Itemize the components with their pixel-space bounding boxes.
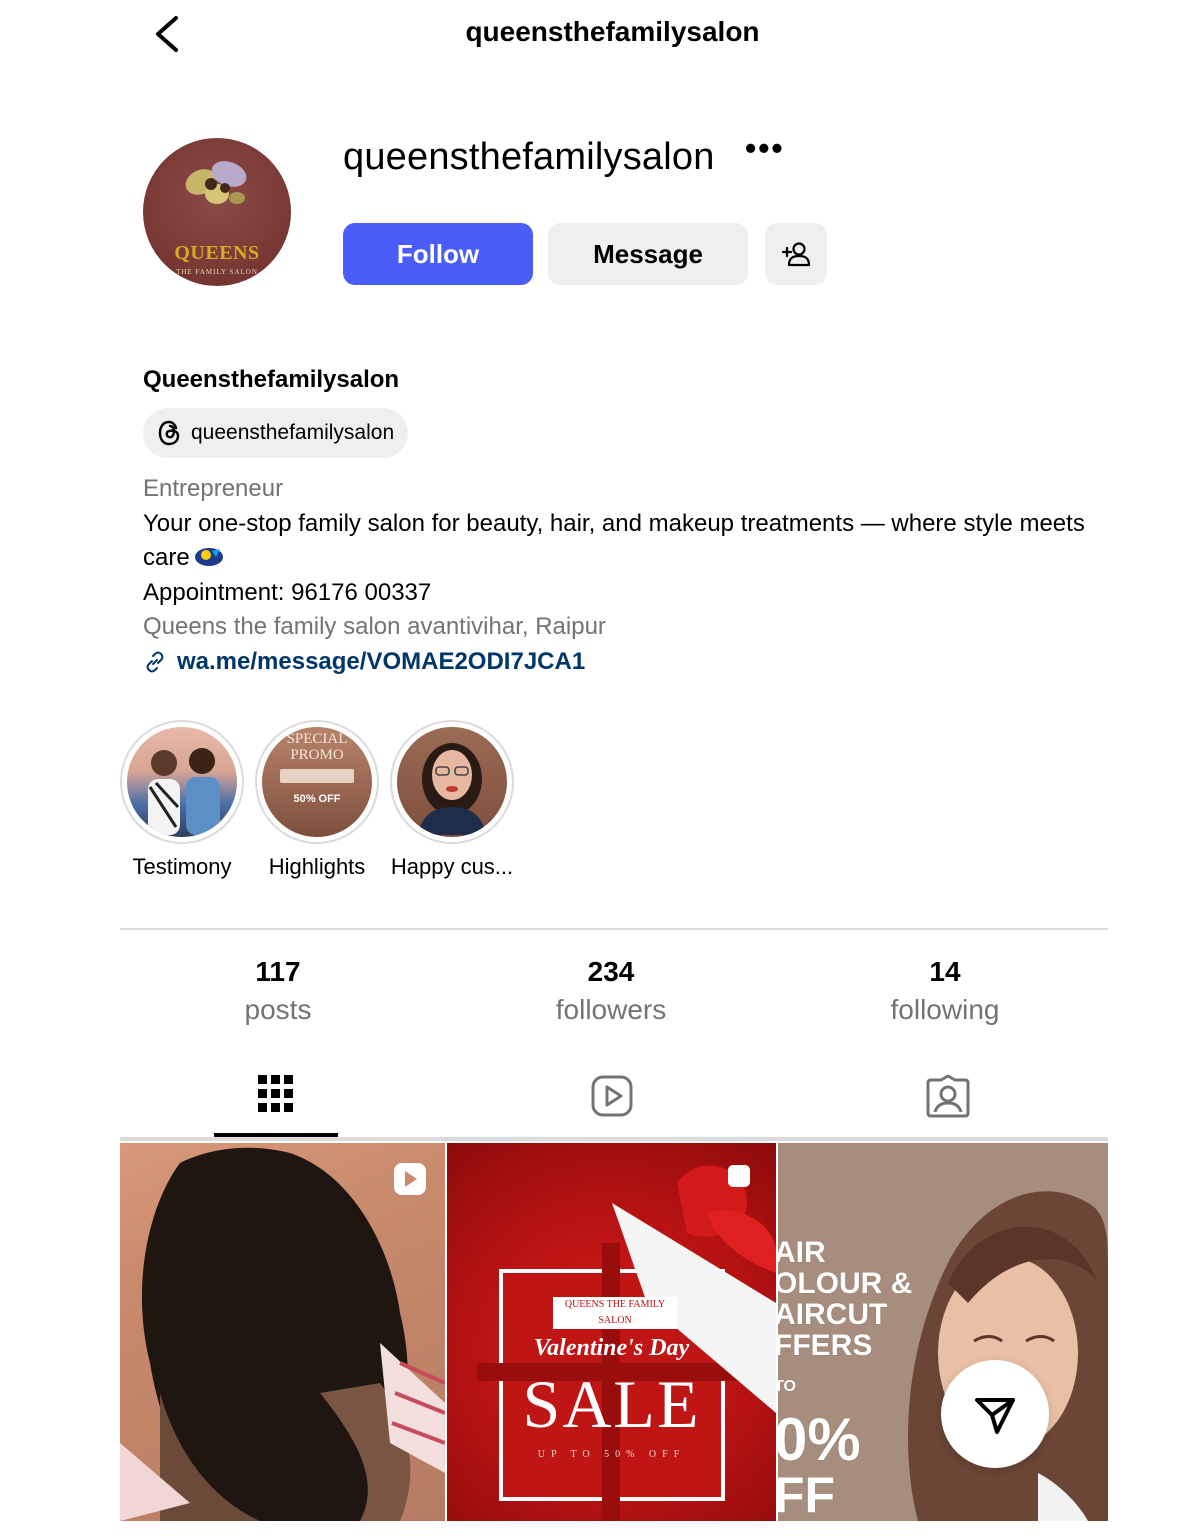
highlight-thumbnail: [127, 727, 237, 837]
bio-text: Your one-stop family salon for beauty, h…: [143, 507, 1093, 576]
hair-photo-image: [120, 1147, 445, 1521]
tab-posts-grid[interactable]: [246, 1068, 306, 1124]
flower-logo-icon: [185, 161, 247, 204]
post-brand-label: QUEENS THE FAMILY SALON: [553, 1297, 677, 1329]
promo-discount: 50% OFF: [293, 793, 341, 805]
threads-badge[interactable]: queensthefamilysalon: [143, 408, 409, 458]
bio-link[interactable]: wa.me/message/VOMAE2ODI7JCA1: [143, 645, 1093, 680]
highlight-label: Happy cus...: [390, 854, 514, 879]
followers-count: 234: [587, 956, 635, 987]
post-sale-text: SALE: [522, 1366, 701, 1442]
stat-followers[interactable]: 234 followers: [511, 956, 711, 1026]
post-thumbnail-3[interactable]: AIR OLOUR & AIRCUT FFERS TO 0% FF: [778, 1143, 1108, 1521]
multi-image-indicator-icon: [728, 1165, 750, 1187]
highlight-ring: [120, 720, 244, 844]
top-bar: queensthefamilysalon: [0, 0, 1195, 70]
divider: [120, 928, 1108, 930]
stat-posts: 117 posts: [178, 956, 378, 1026]
highlight-label: Highlights: [268, 854, 366, 879]
reel-indicator-icon: [394, 1163, 426, 1195]
active-tab-indicator: [214, 1133, 338, 1137]
highlight-highlights[interactable]: SPECIAL PROMO 50% OFF Highlights: [254, 720, 380, 880]
highlight-ring: [390, 720, 514, 844]
add-user-button[interactable]: [765, 223, 827, 285]
page-title: queensthefamilysalon: [465, 16, 760, 47]
bio-link-text: wa.me/message/VOMAE2ODI7JCA1: [177, 647, 586, 675]
tagged-icon: [926, 1074, 970, 1118]
person-add-icon: [781, 242, 811, 267]
highlight-ring: SPECIAL PROMO 50% OFF: [255, 720, 379, 844]
highlight-thumbnail: SPECIAL PROMO 50% OFF: [262, 727, 372, 837]
threads-handle: queensthefamilysalon: [191, 421, 395, 444]
bio-location[interactable]: Queens the family salon avantivihar, Rai…: [143, 610, 1093, 645]
highlight-label: Testimony: [132, 854, 232, 879]
post-script-title: Valentine's Day: [533, 1335, 690, 1361]
grid-icon: [258, 1075, 293, 1112]
followers-label: followers: [555, 994, 667, 1025]
post-thumbnail-1[interactable]: [120, 1143, 445, 1521]
highlight-testimony[interactable]: Testimony: [119, 720, 245, 880]
post-sale-subtitle: UP TO 50% OFF: [537, 1449, 686, 1460]
two-people-image: [148, 748, 220, 835]
threads-icon: [158, 420, 180, 446]
posts-label: posts: [244, 994, 312, 1025]
post-thumbnail-2[interactable]: QUEENS THE FAMILY SALON Valentine's Day …: [447, 1143, 776, 1521]
profile-category: Entrepreneur: [143, 475, 284, 502]
post-offer-text: AIR OLOUR & AIRCUT FFERS TO 0% FF: [778, 1236, 913, 1521]
avatar[interactable]: QUEENS THE FAMILY SALON: [143, 138, 291, 286]
tab-reels[interactable]: [582, 1068, 642, 1124]
follow-button[interactable]: Follow: [343, 223, 533, 285]
profile-username: queensthefamilysalon: [343, 136, 715, 178]
following-label: following: [890, 994, 1000, 1025]
highlight-thumbnail: [397, 727, 507, 837]
woman-portrait-image: [418, 743, 486, 835]
reels-icon: [591, 1075, 633, 1117]
link-icon: [146, 651, 164, 673]
stat-following[interactable]: 14 following: [845, 956, 1045, 1026]
message-button[interactable]: Message: [548, 223, 748, 285]
avatar-brand-text: QUEENS: [174, 242, 260, 264]
sparkle-emoji-icon: [194, 548, 223, 566]
more-options-button[interactable]: •••: [745, 132, 791, 168]
highlight-happy-customers[interactable]: Happy cus...: [389, 720, 515, 880]
display-name: Queensthefamilysalon: [143, 366, 400, 393]
bio: Entrepreneur Your one-stop family salon …: [143, 472, 1093, 679]
bio-appointment: Appointment: 96176 00337: [143, 578, 432, 606]
bio-description: Your one-stop family salon for beauty, h…: [143, 509, 1085, 572]
promo-title: SPECIAL PROMO: [286, 731, 348, 763]
send-message-floating-button[interactable]: [941, 1360, 1049, 1468]
following-count: 14: [929, 956, 961, 987]
send-icon: [975, 1398, 1015, 1434]
posts-count: 117: [255, 956, 301, 987]
avatar-brand-subtext: THE FAMILY SALON: [176, 268, 258, 276]
tab-bar-divider: [120, 1137, 1108, 1141]
gift-box-image: [477, 1165, 776, 1521]
tab-tagged[interactable]: [918, 1068, 978, 1124]
promo-banner: [280, 769, 354, 783]
